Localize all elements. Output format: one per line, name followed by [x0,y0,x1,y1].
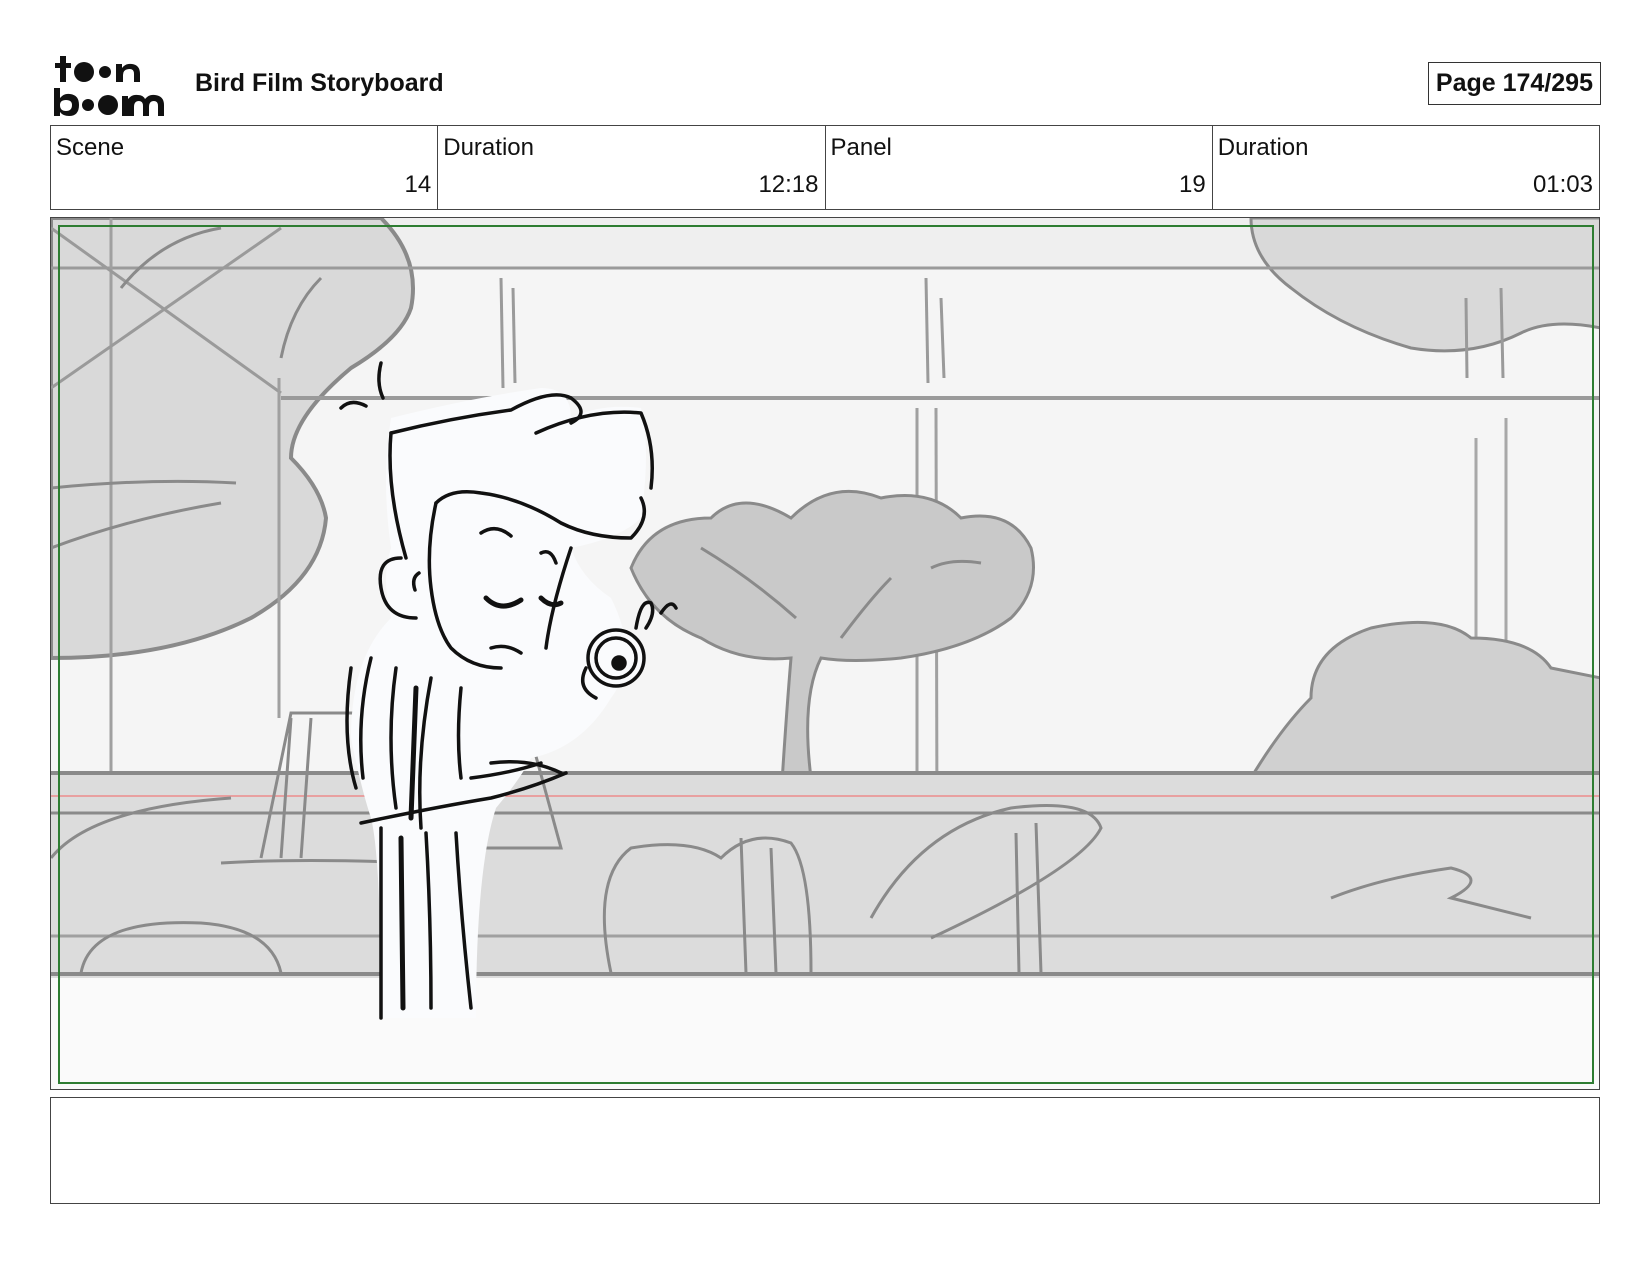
panel-duration-cell: Duration 01:03 [1213,126,1599,209]
panel-sketch [51,218,1599,1089]
panel-value: 19 [1179,171,1206,198]
storyboard-panel[interactable] [50,217,1600,1090]
page-indicator: Page 174/295 [1427,62,1601,105]
storyboard-title: Bird Film Storyboard [195,69,444,97]
scene-value: 14 [404,171,432,198]
panel-duration-value: 01:03 [1532,171,1593,198]
toon-boom-logo [54,54,172,118]
panel-duration-label: Duration [1217,134,1309,161]
scene-duration-label: Duration [443,134,534,161]
panel-info-table: Scene 14 Duration 12:18 Panel 19 Duratio… [50,125,1600,210]
scene-cell: Scene 14 [51,126,439,209]
scene-duration-value: 12:18 [758,171,819,198]
scene-label: Scene [56,134,125,161]
scene-duration-cell: Duration 12:18 [438,126,826,209]
panel-label: Panel [830,134,892,161]
panel-notes-box[interactable] [50,1097,1600,1204]
panel-cell: Panel 19 [826,126,1213,209]
